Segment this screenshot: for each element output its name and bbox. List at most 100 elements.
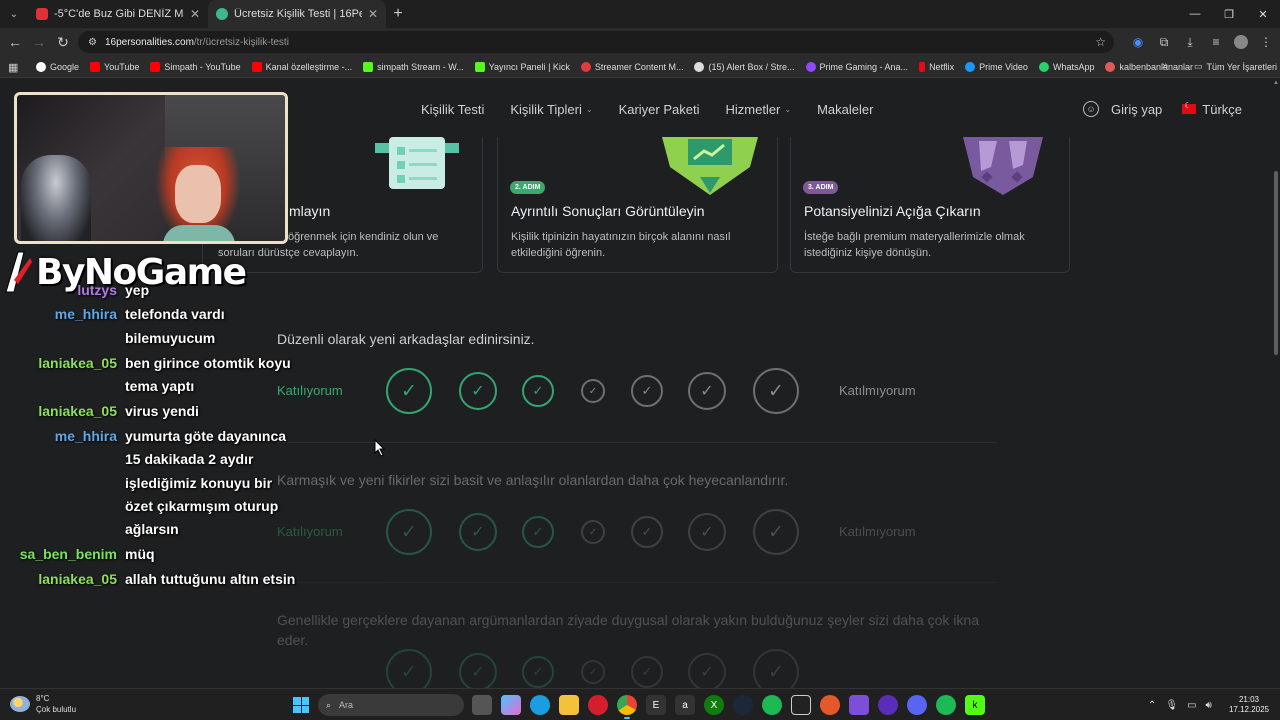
tab-search-icon[interactable]: ⌄ — [0, 0, 28, 28]
media-control-icon[interactable]: ≡ — [1208, 35, 1224, 49]
bookmark-item[interactable]: kalbenbanlananlar — [1105, 61, 1193, 72]
steam-icon[interactable] — [733, 695, 753, 715]
edge-icon[interactable] — [530, 695, 550, 715]
bookmark-item[interactable]: WhatsApp — [1038, 61, 1094, 72]
close-tab-icon[interactable]: ✕ — [368, 7, 378, 21]
strongly-agree-option[interactable]: ✓ — [386, 649, 432, 688]
capcut-icon[interactable] — [791, 695, 811, 715]
microphone-icon[interactable]: 🎙︎ — [1165, 700, 1178, 711]
close-tab-icon[interactable]: ✕ — [190, 7, 200, 21]
opera-gx-icon[interactable] — [588, 695, 608, 715]
chrome-icon[interactable] — [617, 695, 637, 719]
address-bar[interactable]: ⚙ 16personalities.com/tr/ücretsiz-kişili… — [78, 31, 1114, 53]
streamer-shirt — [163, 225, 235, 241]
nav-articles[interactable]: Makaleler — [817, 102, 873, 117]
slightly-disagree-option[interactable]: ✓ — [631, 656, 663, 688]
disagree-option[interactable]: ✓ — [688, 653, 726, 688]
spotify-icon[interactable] — [936, 695, 956, 715]
page-scrollbar[interactable]: ▲ — [1272, 79, 1280, 688]
bookmark-item[interactable]: Kanal özelleştirme -... — [251, 61, 352, 72]
forward-button[interactable]: → — [27, 28, 51, 56]
bookmark-item[interactable]: Google — [36, 61, 79, 72]
tab-16personalities[interactable]: Ücretsiz Kişilik Testi | 16Persona ✕ — [208, 0, 386, 28]
discord-icon[interactable] — [907, 695, 927, 715]
step-title: Potansiyelinizi Açığa Çıkarın — [804, 203, 981, 219]
copilot-icon[interactable] — [501, 695, 521, 715]
clock[interactable]: 21:03 17.12.2025 — [1228, 695, 1270, 715]
tray-overflow-icon[interactable]: ⌃ — [1148, 700, 1156, 711]
bookmark-item[interactable]: (15) Alert Box / Stre... — [694, 61, 795, 72]
slightly-agree-option[interactable]: ✓ — [522, 375, 554, 407]
bookmark-item[interactable]: Netflix — [919, 61, 954, 72]
reload-button[interactable]: ↻ — [51, 28, 75, 56]
slightly-disagree-option[interactable]: ✓ — [631, 375, 663, 407]
bookmark-star-icon[interactable]: ☆ — [1095, 35, 1106, 49]
strongly-agree-option[interactable]: ✓ — [386, 509, 432, 555]
task-view-icon[interactable] — [472, 695, 492, 715]
streamlabs-icon[interactable] — [849, 695, 869, 715]
agree-option[interactable]: ✓ — [459, 372, 497, 410]
bookmark-item[interactable]: Prime Gaming - Ana... — [805, 61, 908, 72]
bookmark-item[interactable]: Streamer Content M... — [580, 61, 683, 72]
taskbar-search[interactable]: ⌕ Ara — [318, 694, 464, 716]
epic-games-icon[interactable]: E — [646, 695, 666, 715]
profile-avatar[interactable] — [1234, 35, 1248, 49]
spotify-icon[interactable] — [762, 695, 782, 715]
slightly-agree-option[interactable]: ✓ — [522, 656, 554, 688]
scrollbar-thumb[interactable] — [1274, 171, 1278, 355]
agree-option[interactable]: ✓ — [459, 653, 497, 688]
more-bookmarks-icon[interactable]: » — [1162, 60, 1168, 72]
check-icon: ✓ — [532, 664, 544, 679]
nav-career-package[interactable]: Kariyer Paketi — [619, 102, 700, 117]
disagree-option[interactable]: ✓ — [688, 372, 726, 410]
extensions-icon[interactable]: ⧉ — [1156, 35, 1172, 50]
login-link[interactable]: Giriş yap — [1111, 102, 1162, 117]
new-tab-button[interactable]: + — [386, 5, 410, 23]
bookmark-label: Yayıncı Paneli | Kick — [488, 61, 570, 72]
overwolf-icon[interactable] — [820, 695, 840, 715]
bookmark-item[interactable]: Prime Video — [965, 61, 1028, 72]
minimize-button[interactable]: — — [1178, 0, 1212, 28]
nav-services[interactable]: Hizmetler ⌄ — [725, 102, 791, 117]
back-button[interactable]: ← — [3, 28, 27, 56]
neutral-option[interactable]: ✓ — [581, 379, 605, 403]
disagree-option[interactable]: ✓ — [688, 513, 726, 551]
windows-start-icon[interactable] — [293, 697, 309, 713]
apps-grid-icon[interactable]: ▦ — [8, 61, 22, 74]
maximize-button[interactable]: ❐ — [1212, 0, 1246, 28]
strongly-disagree-option[interactable]: ✓ — [753, 509, 799, 555]
accessibility-icon[interactable]: ☺ — [1083, 101, 1099, 117]
nav-personality-types[interactable]: Kişilik Tipleri ⌄ — [510, 102, 592, 117]
bookmark-item[interactable]: Simpath - YouTube — [150, 61, 241, 72]
volume-icon[interactable]: 🔊︎ — [1206, 700, 1212, 711]
weather-widget[interactable]: 8°C Çok bulutlu — [10, 693, 76, 715]
kick-app-icon[interactable]: k — [965, 695, 985, 715]
strongly-agree-option[interactable]: ✓ — [386, 368, 432, 414]
bookmark-item[interactable]: simpath Stream - W... — [363, 61, 464, 72]
obs-icon[interactable] — [878, 695, 898, 715]
neutral-option[interactable]: ✓ — [581, 660, 605, 684]
all-bookmarks-folder[interactable]: ▭ Tüm Yer İşaretleri — [1194, 61, 1277, 72]
strongly-disagree-option[interactable]: ✓ — [753, 368, 799, 414]
close-window-button[interactable]: ✕ — [1246, 0, 1280, 28]
nav-personality-test[interactable]: Kişilik Testi — [421, 102, 484, 117]
slightly-agree-option[interactable]: ✓ — [522, 516, 554, 548]
file-explorer-icon[interactable] — [559, 695, 579, 715]
scroll-up-icon[interactable]: ▲ — [1273, 80, 1279, 86]
strongly-disagree-option[interactable]: ✓ — [753, 649, 799, 688]
site-info-icon[interactable]: ⚙ — [88, 37, 97, 48]
bookmark-item[interactable]: Yayıncı Paneli | Kick — [474, 61, 570, 72]
bookmark-item[interactable]: YouTube — [90, 61, 139, 72]
agree-option[interactable]: ✓ — [459, 513, 497, 551]
xbox-icon[interactable]: X — [704, 695, 724, 715]
search-icon: ⌕ — [326, 699, 332, 710]
cast-icon[interactable]: ◉ — [1130, 35, 1146, 49]
language-selector[interactable]: Türkçe — [1182, 101, 1242, 117]
menu-icon[interactable]: ⋮ — [1258, 35, 1274, 49]
download-icon[interactable]: ⤓ — [1182, 35, 1198, 50]
amazon-icon[interactable]: a — [675, 695, 695, 715]
neutral-option[interactable]: ✓ — [581, 520, 605, 544]
network-icon[interactable]: ▭ — [1187, 700, 1196, 711]
tab-youtube[interactable]: -5°C'de Buz Gibi DENİZ Macera ✕ — [28, 0, 208, 28]
slightly-disagree-option[interactable]: ✓ — [631, 516, 663, 548]
